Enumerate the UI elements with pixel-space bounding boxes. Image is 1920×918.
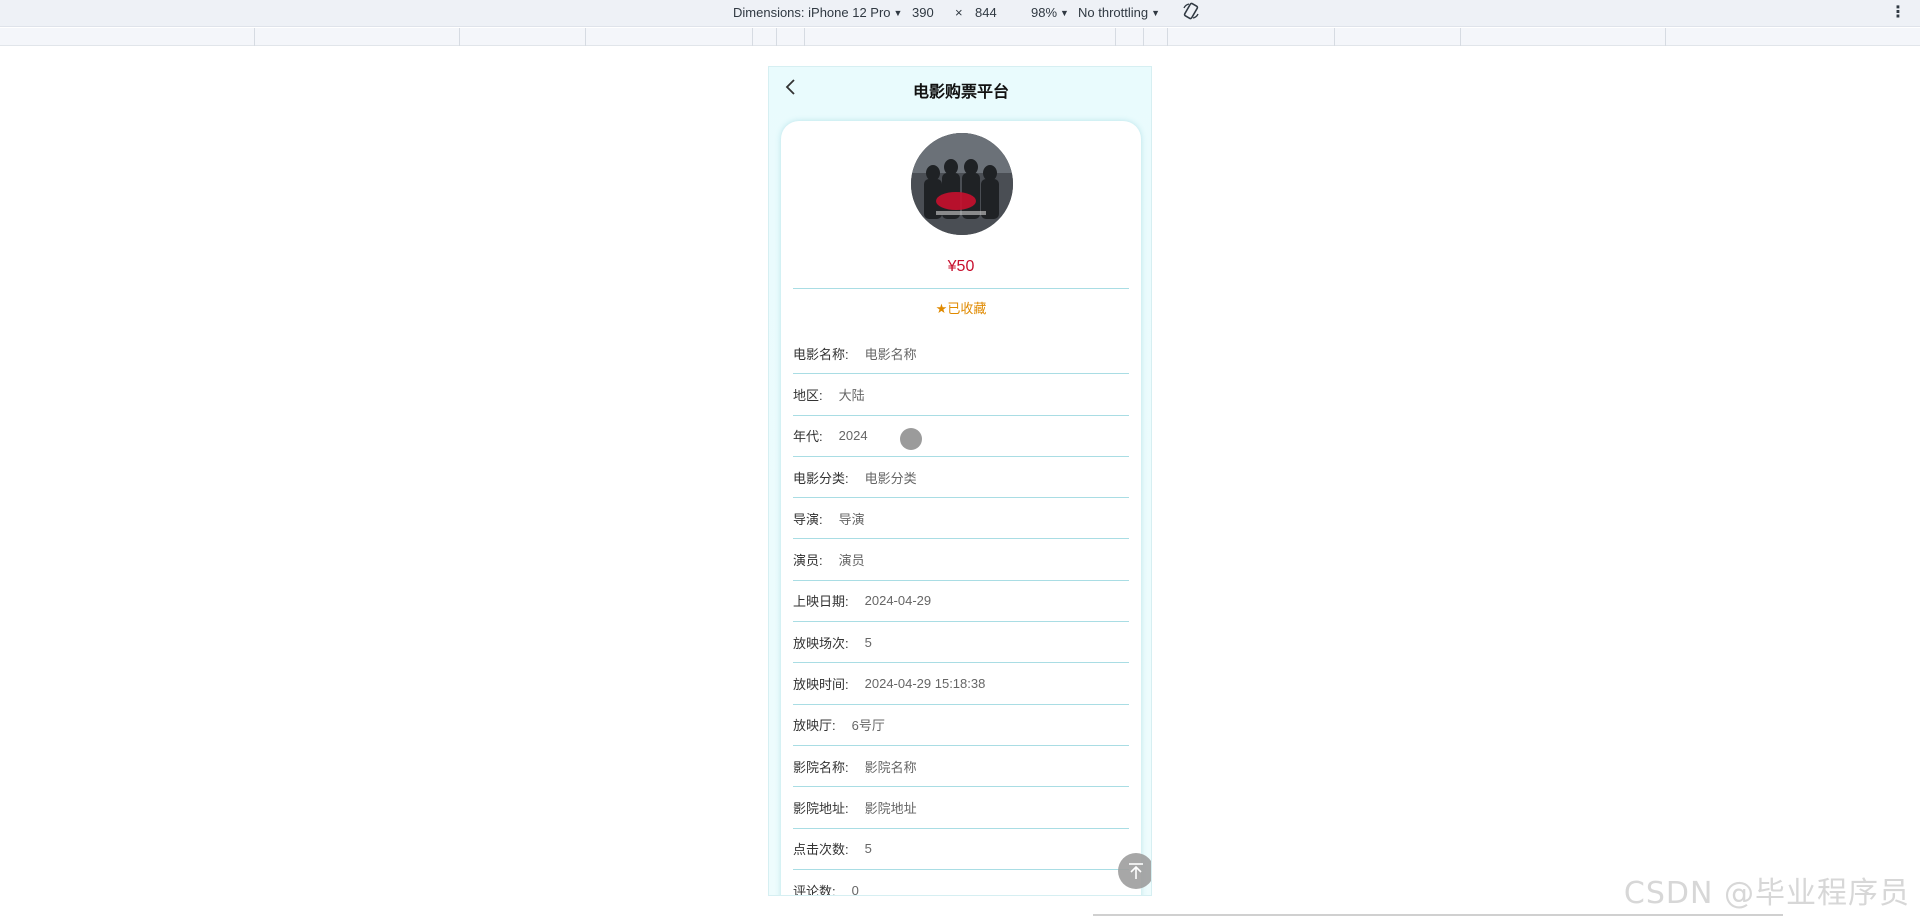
watermark: CSDN @毕业程序员 xyxy=(1623,876,1910,911)
info-value: 2024-04-29 15:18:38 xyxy=(864,676,986,692)
divider xyxy=(1093,914,1783,916)
info-label: 地区: xyxy=(793,387,823,403)
info-value: 0 xyxy=(851,883,859,896)
info-label: 评论数: xyxy=(793,884,836,896)
info-value: 大陆 xyxy=(838,387,865,403)
info-row-showtime: 放映时间: 2024-04-29 15:18:38 xyxy=(793,663,1129,705)
arrow-up-to-top-icon xyxy=(1129,863,1143,879)
info-value: 2024 xyxy=(838,428,868,444)
ruler-segment[interactable] xyxy=(585,28,586,46)
rotate-icon[interactable] xyxy=(1182,2,1200,23)
height-input[interactable]: 844 xyxy=(975,5,997,20)
info-value: 影院名称 xyxy=(864,759,917,775)
favorite-button[interactable]: ★已收藏 xyxy=(781,298,1141,317)
info-label: 影院名称: xyxy=(793,759,849,775)
favorite-label: 已收藏 xyxy=(947,301,987,316)
movie-poster-image xyxy=(911,133,1013,235)
device-select-label: Dimensions: iPhone 12 Pro xyxy=(733,5,891,20)
caret-down-icon: ▼ xyxy=(1060,8,1069,18)
ruler-segment[interactable] xyxy=(1115,28,1116,46)
info-label: 影院地址: xyxy=(793,800,849,816)
ruler-segment[interactable] xyxy=(752,28,753,46)
star-icon: ★ xyxy=(935,301,948,316)
info-row-screenings: 放映场次: 5 xyxy=(793,622,1129,664)
info-row-category: 电影分类: 电影分类 xyxy=(793,457,1129,499)
top-nav-bar: 电影购票平台 xyxy=(769,67,1151,109)
info-row-year: 年代: 2024 xyxy=(793,416,1129,457)
ruler-segment[interactable] xyxy=(1665,28,1666,46)
media-query-ruler xyxy=(0,28,1920,46)
info-label: 电影名称: xyxy=(793,346,849,362)
info-row-cinema-address: 影院地址: 影院地址 xyxy=(793,787,1129,829)
ruler-segment[interactable] xyxy=(1167,28,1168,46)
width-input[interactable]: 390 xyxy=(912,5,934,20)
throttling-label: No throttling xyxy=(1078,5,1149,20)
more-vertical-icon[interactable]: ⋮ xyxy=(1890,2,1906,22)
info-row-cinema-name: 影院名称: 影院名称 xyxy=(793,746,1129,788)
info-row-hall: 放映厅: 6号厅 xyxy=(793,705,1129,746)
info-label: 上映日期: xyxy=(793,594,849,610)
info-label: 年代: xyxy=(793,429,823,445)
caret-down-icon: ▼ xyxy=(893,8,903,18)
mobile-viewport: 电影购票平台 ¥50 ★已收藏 电影名称: 电影名称 地区: 大陆 年代: 20… xyxy=(768,66,1152,896)
back-to-top-button[interactable] xyxy=(1118,853,1151,889)
info-value: 影院地址 xyxy=(864,800,917,816)
zoom-label: 98% xyxy=(1031,5,1058,20)
info-value: 5 xyxy=(864,841,872,857)
page-title: 电影购票平台 xyxy=(912,84,1009,101)
info-row-region: 地区: 大陆 xyxy=(793,374,1129,416)
info-value: 2024-04-29 xyxy=(864,593,932,609)
ruler-segment[interactable] xyxy=(804,28,805,46)
ruler-segment[interactable] xyxy=(459,28,460,46)
info-label: 导演: xyxy=(793,511,823,527)
ruler-segment[interactable] xyxy=(776,28,777,46)
info-row-comments: 评论数: 0 xyxy=(793,870,1129,896)
times-symbol: × xyxy=(955,5,963,20)
info-value: 演员 xyxy=(838,553,865,569)
ruler-segment[interactable] xyxy=(1143,28,1144,46)
info-value: 导演 xyxy=(838,511,865,527)
touch-cursor-indicator xyxy=(900,428,922,450)
info-label: 放映时间: xyxy=(793,677,849,693)
info-row-director: 导演: 导演 xyxy=(793,498,1129,540)
info-label: 点击次数: xyxy=(793,842,849,858)
info-value: 6号厅 xyxy=(851,718,885,734)
caret-down-icon: ▼ xyxy=(1151,8,1161,18)
divider xyxy=(793,288,1129,289)
info-label: 放映厅: xyxy=(793,718,836,734)
zoom-select[interactable]: 98% ▼ xyxy=(1031,5,1069,20)
ruler-segment[interactable] xyxy=(1334,28,1335,46)
info-row-release-date: 上映日期: 2024-04-29 xyxy=(793,581,1129,623)
movie-price: ¥50 xyxy=(947,258,975,275)
ruler-segment[interactable] xyxy=(1460,28,1461,46)
info-value: 5 xyxy=(864,634,872,650)
device-select[interactable]: Dimensions: iPhone 12 Pro ▼ xyxy=(733,5,902,20)
info-value: 电影分类 xyxy=(864,470,917,486)
info-row-actors: 演员: 演员 xyxy=(793,539,1129,581)
movie-info-list: 电影名称: 电影名称 地区: 大陆 年代: 2024 电影分类: 电影分类 导演: 导演 … xyxy=(793,333,1129,896)
info-label: 放映场次: xyxy=(793,635,849,651)
info-label: 演员: xyxy=(793,553,823,569)
info-value: 电影名称 xyxy=(864,346,917,362)
throttling-select[interactable]: No throttling ▼ xyxy=(1078,5,1160,20)
movie-detail-card: ¥50 ★已收藏 电影名称: 电影名称 地区: 大陆 年代: 2024 电影分类: 电影… xyxy=(781,121,1151,896)
devtools-device-toolbar: Dimensions: iPhone 12 Pro ▼ 390 × 844 98%… xyxy=(0,0,1920,27)
info-label: 电影分类: xyxy=(793,470,849,486)
ruler-segment[interactable] xyxy=(254,28,255,46)
info-row-clicks: 点击次数: 5 xyxy=(793,829,1129,870)
info-row-name: 电影名称: 电影名称 xyxy=(793,333,1129,375)
